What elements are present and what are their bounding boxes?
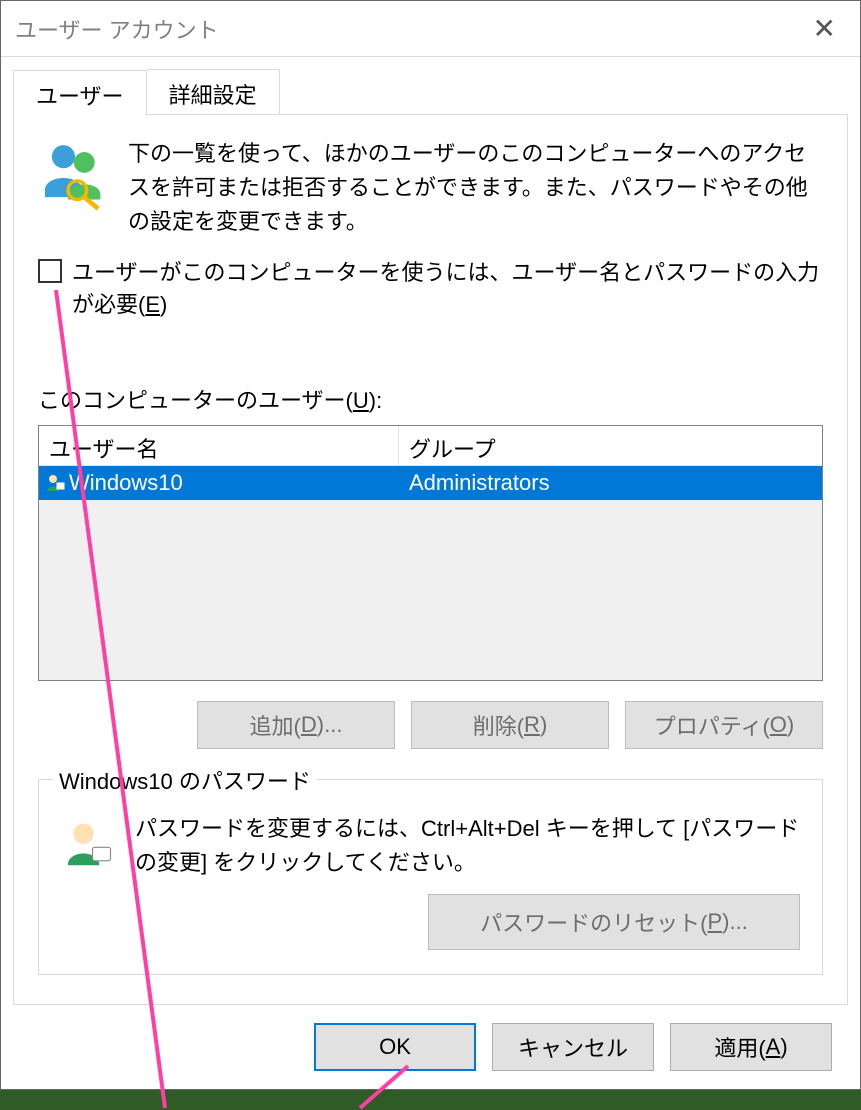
ok-button[interactable]: OK — [314, 1023, 476, 1071]
tab-advanced-label: 詳細設定 — [169, 83, 257, 108]
cancel-button-label: キャンセル — [518, 1031, 628, 1063]
client-area: ユーザー 詳細設定 下の一覧を使って、ほかのユーザー — [1, 57, 860, 1089]
password-groupbox-title: Windows10 のパスワード — [53, 764, 317, 796]
dialog-buttons: OK キャンセル 適用(A) — [13, 1005, 848, 1089]
password-instruction-text: パスワードを変更するには、Ctrl+Alt+Del キーを押して [パスワードの… — [135, 812, 800, 880]
apply-button[interactable]: 適用(A) — [670, 1023, 832, 1071]
properties-button[interactable]: プロパティ(O) — [625, 701, 823, 749]
tab-advanced[interactable]: 詳細設定 — [147, 69, 280, 115]
tab-users[interactable]: ユーザー — [13, 70, 147, 116]
list-buttons: 追加(D)... 削除(R) プロパティ(O) — [38, 701, 823, 749]
require-password-checkbox[interactable] — [38, 259, 62, 283]
user-icon — [45, 473, 65, 493]
intro-text: 下の一覧を使って、ほかのユーザーのこのコンピューターへのアクセスを許可または拒否… — [128, 137, 823, 239]
taskbar-sliver — [0, 1090, 861, 1110]
titlebar: ユーザー アカウント ✕ — [1, 1, 860, 57]
require-password-label[interactable]: ユーザーがこのコンピューターを使うには、ユーザー名とパスワードの入力が必要(E) — [72, 255, 823, 319]
users-listview[interactable]: ユーザー名 グループ Wi — [38, 425, 823, 681]
remove-button[interactable]: 削除(R) — [411, 701, 609, 749]
cell-username: Windows10 — [69, 470, 183, 496]
cancel-button[interactable]: キャンセル — [492, 1023, 654, 1071]
ok-button-label: OK — [379, 1034, 411, 1060]
users-icon — [38, 137, 112, 211]
password-groupbox: Windows10 のパスワード パスワードを変更するには、Ctrl+Alt+D… — [38, 779, 823, 975]
window-title: ユーザー アカウント — [15, 13, 219, 45]
require-password-row: ユーザーがこのコンピューターを使うには、ユーザー名とパスワードの入力が必要(E) — [38, 255, 823, 319]
password-user-icon — [61, 818, 115, 872]
reset-password-button[interactable]: パスワードのリセット(P)... — [428, 894, 800, 950]
list-body: Windows10 Administrators — [39, 466, 822, 680]
users-list-label: このコンピューターのユーザー(U): — [38, 383, 823, 415]
add-button[interactable]: 追加(D)... — [197, 701, 395, 749]
list-header: ユーザー名 グループ — [39, 426, 822, 466]
cell-group: Administrators — [399, 470, 822, 496]
table-row[interactable]: Windows10 Administrators — [39, 466, 822, 500]
tabpanel-users: 下の一覧を使って、ほかのユーザーのこのコンピューターへのアクセスを許可または拒否… — [13, 114, 848, 1005]
close-icon[interactable]: ✕ — [803, 15, 846, 43]
tabstrip: ユーザー 詳細設定 — [13, 69, 848, 115]
column-username[interactable]: ユーザー名 — [39, 426, 399, 465]
tab-users-label: ユーザー — [36, 84, 124, 109]
user-accounts-dialog: ユーザー アカウント ✕ ユーザー 詳細設定 — [0, 0, 861, 1090]
intro-row: 下の一覧を使って、ほかのユーザーのこのコンピューターへのアクセスを許可または拒否… — [38, 137, 823, 239]
column-group[interactable]: グループ — [399, 426, 822, 465]
